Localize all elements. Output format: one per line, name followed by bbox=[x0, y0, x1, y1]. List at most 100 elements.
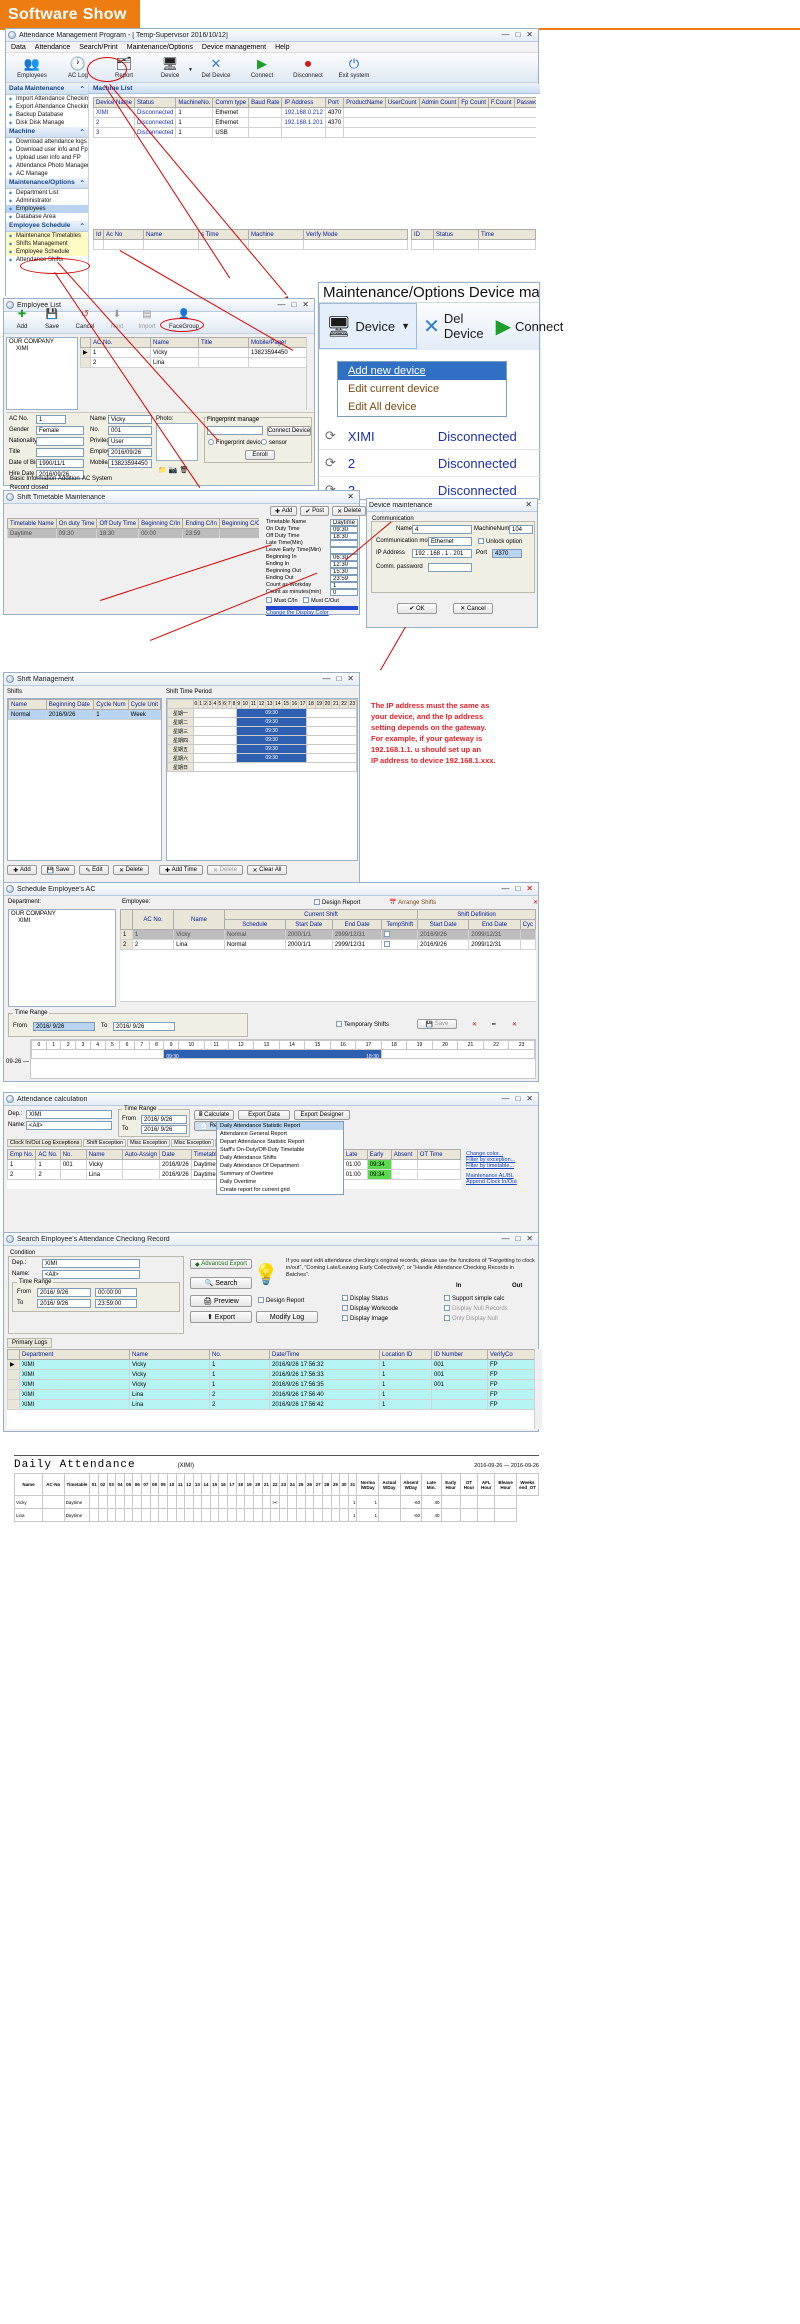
shift-delete-button[interactable]: ✕ Delete bbox=[113, 865, 149, 875]
table-row[interactable]: Vicky Daytime >< 1 1 -60 40 bbox=[13, 1495, 539, 1509]
nav-section-data-maintenance[interactable]: Data Maintenance ⌃ bbox=[6, 84, 88, 95]
timetable-post-button[interactable]: ✔ Post bbox=[300, 506, 330, 516]
shift-save-button[interactable]: 💾 Save bbox=[41, 865, 75, 875]
check-support-simple-calc[interactable]: Support simple calc bbox=[444, 1295, 504, 1302]
search-from-time[interactable]: 00:00:00 bbox=[95, 1288, 137, 1297]
magnified-toolbar[interactable]: 🖥 Device ▼ ✕ Del Device ▶ Connect bbox=[319, 302, 563, 350]
field-machinenumber[interactable]: 104 bbox=[509, 525, 533, 534]
weekday-row[interactable]: 星期四 09:30 bbox=[167, 735, 357, 745]
field-port[interactable]: 4370 bbox=[492, 549, 522, 558]
table-row[interactable]: 1 1 Vicky Normal 2000/1/1 2999/12/31 201… bbox=[120, 929, 536, 940]
nav-item-database-area[interactable]: Database Area bbox=[6, 213, 88, 221]
primary-logs-tab[interactable]: Primary Logs bbox=[7, 1338, 53, 1348]
close-button[interactable]: ✕ bbox=[347, 675, 354, 683]
magnified-deldevice-button[interactable]: ✕ Del Device bbox=[417, 303, 490, 349]
menu-summary-overtime[interactable]: Summary of Overtime bbox=[217, 1170, 343, 1178]
value-offduty[interactable]: 18:30 bbox=[330, 533, 358, 540]
field-name[interactable]: Vicky bbox=[108, 415, 152, 424]
table-row[interactable] bbox=[411, 239, 536, 250]
tab-shift-exception[interactable]: Shift Exception bbox=[83, 1139, 127, 1147]
gantt-bar-row[interactable]: 09:30 18:30 bbox=[30, 1049, 536, 1060]
calc-to-input[interactable]: 2016/ 9/26 bbox=[141, 1125, 187, 1134]
collapse-icon[interactable]: ⌃ bbox=[80, 179, 85, 187]
cell-tempshift[interactable] bbox=[381, 929, 419, 940]
weekday-row[interactable]: 星期三 09:30 bbox=[167, 726, 357, 736]
tab-ac-system[interactable]: AC System bbox=[82, 476, 112, 482]
shift-management-buttons[interactable]: ✚ Add 💾 Save ✎ Edit ✕ Delete ✚ Add Time … bbox=[7, 865, 287, 875]
table-row[interactable]: Daytime 09:30 18:30 00:00 23:59 23:59 1 bbox=[7, 528, 259, 538]
cell-tempshift[interactable] bbox=[381, 939, 419, 950]
nav-item-administrator[interactable]: Administrator bbox=[6, 197, 88, 205]
table-row[interactable]: XIMI Vicky 1 2016/9/26 17:56:35 1 001 FP bbox=[7, 1379, 537, 1390]
table-row[interactable]: 2 2 Lina Normal 2000/1/1 2999/12/31 2016… bbox=[120, 939, 536, 950]
shift-bar[interactable]: 09:30 bbox=[235, 726, 308, 736]
clear-icon[interactable]: ✕ bbox=[472, 1021, 477, 1028]
employee-detail-form[interactable]: AC No. 1 Gender Female Nationality Title… bbox=[6, 412, 314, 491]
checkbox-icon[interactable] bbox=[342, 1295, 348, 1301]
modify-log-button[interactable]: Modify Log bbox=[256, 1311, 318, 1323]
close-button[interactable]: ✕ bbox=[526, 1095, 533, 1103]
nav-item-shifts-management[interactable]: Shifts Management bbox=[6, 240, 88, 248]
value-late[interactable] bbox=[330, 540, 358, 547]
timetable-add-button[interactable]: ✚ Add bbox=[270, 506, 298, 516]
shift-time-period-grid[interactable]: 0 1 2 3 4 5 6 7 8 9 10 11 12 13 14 15 16… bbox=[166, 698, 358, 861]
advanced-export-button[interactable]: ◆ Advanced Export bbox=[190, 1259, 252, 1269]
schedule-grid-hscroll[interactable] bbox=[120, 1001, 536, 1009]
export-designer-button[interactable]: Export Designer bbox=[294, 1110, 350, 1120]
schedule-close-icon[interactable]: ✕ bbox=[533, 899, 538, 906]
checkbox-unlock-option[interactable]: Unlock option bbox=[478, 538, 522, 545]
toolbar-deldevice-button[interactable]: ✕ Del Device bbox=[194, 56, 238, 81]
device-maintenance-cancel-button[interactable]: ✕ Cancel bbox=[453, 603, 493, 614]
value-ending-in[interactable]: 12:30 bbox=[330, 561, 358, 568]
field-nationality[interactable] bbox=[36, 437, 84, 446]
check-display-workcode[interactable]: Display Workcode bbox=[342, 1305, 398, 1312]
from-date-input[interactable]: 2016/ 9/26 bbox=[33, 1022, 95, 1031]
machine-table[interactable]: Device Name Status MachineNo. Comm type … bbox=[93, 97, 536, 138]
change-display-color-link[interactable]: Change the Display Color bbox=[266, 610, 358, 616]
value-count-workday[interactable]: 1 bbox=[330, 582, 358, 589]
timetable-grid[interactable]: Timetable Name On duty Time Off Duty Tim… bbox=[7, 518, 259, 538]
checkbox-icon[interactable] bbox=[336, 1021, 342, 1027]
connect-device-button[interactable]: Connect Device bbox=[267, 426, 311, 436]
maximize-button[interactable]: □ bbox=[291, 301, 296, 309]
maximize-button[interactable]: □ bbox=[515, 31, 520, 39]
nav-item-employees[interactable]: Employees bbox=[6, 205, 88, 213]
menu-search-print[interactable]: Search/Print bbox=[79, 44, 118, 51]
menu-device-management[interactable]: Device management bbox=[202, 44, 266, 51]
tab-misc-exception[interactable]: Misc Exception bbox=[127, 1139, 171, 1147]
magnified-device-button[interactable]: 🖥 Device ▼ bbox=[319, 303, 418, 349]
nav-item-maintenance-timetables[interactable]: Maintenance Timetables bbox=[6, 232, 88, 240]
toolbar-disconnect-button[interactable]: ⏺ Disconnect bbox=[286, 56, 330, 81]
table-row[interactable]: 3 Disconnected 1 USB bbox=[93, 127, 536, 138]
check-display-status[interactable]: Display Status bbox=[342, 1295, 388, 1302]
nav-item-backup-database[interactable]: Backup Database bbox=[6, 111, 88, 119]
schedule-tree-root[interactable]: OUR COMPANY bbox=[9, 910, 115, 918]
search-button[interactable]: 🔍 Search bbox=[190, 1277, 252, 1289]
nav-item-employee-schedule[interactable]: Employee Schedule bbox=[6, 248, 88, 256]
check-display-null-records[interactable]: Display Null Records bbox=[444, 1305, 508, 1312]
enroll-button[interactable]: Enroll bbox=[245, 450, 275, 460]
nav-section-maintenance-options[interactable]: Maintenance/Options ⌃ bbox=[6, 178, 88, 189]
table-row[interactable]: Normal 2016/9/26 1 Week bbox=[8, 709, 161, 720]
maximize-button[interactable]: □ bbox=[336, 675, 341, 683]
search-from-date[interactable]: 2016/ 9/26 bbox=[37, 1288, 91, 1297]
to-date-input[interactable]: 2016/ 9/26 bbox=[113, 1022, 175, 1031]
table-row[interactable]: ▶ XIMI Vicky 1 2016/9/26 17:56:32 1 001 … bbox=[7, 1359, 537, 1370]
shift-add-button[interactable]: ✚ Add bbox=[7, 865, 37, 875]
checkbox-icon[interactable] bbox=[258, 1297, 264, 1303]
check-only-display-null[interactable]: Only Display Null bbox=[444, 1315, 498, 1322]
checkbox-icon[interactable] bbox=[342, 1315, 348, 1321]
menu-item-edit-current-device[interactable]: Edit current device bbox=[338, 380, 506, 398]
value-count-minutes[interactable]: 0 bbox=[330, 589, 358, 596]
chevron-down-icon[interactable]: ▼ bbox=[188, 66, 193, 74]
calc-from-input[interactable]: 2016/ 9/26 bbox=[141, 1115, 187, 1124]
menu-depart-attendance-statistic[interactable]: Depart Attendance Statistic Report bbox=[217, 1138, 343, 1146]
nav-item-disk-manage[interactable]: Disk Disk Manage bbox=[6, 119, 88, 127]
checkbox-icon[interactable] bbox=[384, 941, 391, 947]
shift-bar[interactable]: 09:30 bbox=[235, 744, 308, 754]
field-gender[interactable]: Female bbox=[36, 426, 84, 435]
minus-icon[interactable]: ━ bbox=[492, 1021, 496, 1028]
weekday-row[interactable]: 星期日 bbox=[167, 762, 357, 772]
minimize-button[interactable]: — bbox=[277, 301, 285, 309]
calc-dep-select[interactable]: XIMI bbox=[26, 1110, 112, 1119]
